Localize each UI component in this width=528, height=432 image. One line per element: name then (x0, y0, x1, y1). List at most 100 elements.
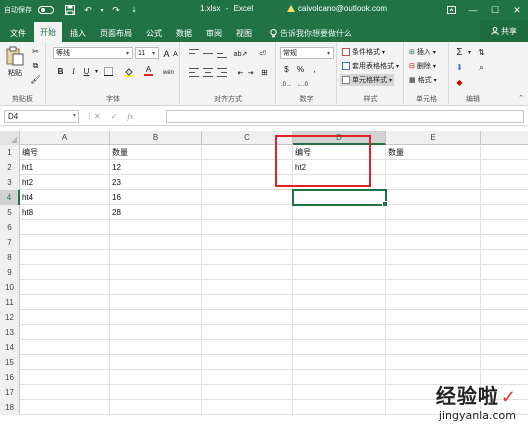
row-header[interactable]: 2 (0, 160, 20, 175)
cell-e11[interactable] (386, 295, 481, 310)
tab-page-layout[interactable]: 页面布局 (94, 24, 138, 42)
cell-d8[interactable] (293, 250, 386, 265)
minimize-icon[interactable]: — (462, 0, 484, 20)
cell-c13[interactable] (202, 325, 293, 340)
undo-dropdown-icon[interactable]: ▾ (98, 2, 106, 18)
cell-e12[interactable] (386, 310, 481, 325)
active-cell-selection[interactable] (292, 189, 388, 207)
tab-data[interactable]: 数据 (170, 24, 198, 42)
cell-b9[interactable] (110, 265, 202, 280)
copy-icon[interactable]: ⧉ (30, 60, 41, 71)
cell-a5[interactable]: ht8 (20, 205, 110, 220)
formula-bar-grip-icon[interactable]: ⋮ (86, 112, 93, 120)
cell-b15[interactable] (110, 355, 202, 370)
cell-c11[interactable] (202, 295, 293, 310)
share-button[interactable]: 共享 (480, 20, 528, 42)
cell-b10[interactable] (110, 280, 202, 295)
cell-b11[interactable] (110, 295, 202, 310)
cell-a17[interactable] (20, 385, 110, 400)
row-header[interactable]: 9 (0, 265, 20, 280)
cell-c15[interactable] (202, 355, 293, 370)
tab-formulas[interactable]: 公式 (140, 24, 168, 42)
cell-e7[interactable] (386, 235, 481, 250)
cell-a15[interactable] (20, 355, 110, 370)
cell-d16[interactable] (293, 370, 386, 385)
row-header[interactable]: 16 (0, 370, 20, 385)
redo-icon[interactable]: ↷ (108, 2, 124, 18)
find-select-icon[interactable]: ⌕ (476, 62, 487, 73)
column-header-a[interactable]: A (20, 131, 110, 145)
conditional-formatting-button[interactable]: 条件格式 ▾ (342, 47, 385, 57)
row-header[interactable]: 13 (0, 325, 20, 340)
cell-c5[interactable] (202, 205, 293, 220)
cell-c14[interactable] (202, 340, 293, 355)
cell-c7[interactable] (202, 235, 293, 250)
cell-b2[interactable]: 12 (110, 160, 202, 175)
row-header[interactable]: 18 (0, 400, 20, 415)
cell-c18[interactable] (202, 400, 293, 415)
insert-cells-button[interactable]: ⊞ 插入 ▾ (409, 47, 436, 57)
phonetic-icon[interactable]: wén (163, 67, 174, 78)
cell-e2[interactable] (386, 160, 481, 175)
row-header[interactable]: 7 (0, 235, 20, 250)
tell-me-search[interactable]: 告诉我你想要做什么 (270, 24, 352, 42)
cell-b12[interactable] (110, 310, 202, 325)
cell-e15[interactable] (386, 355, 481, 370)
delete-cells-button[interactable]: ⊟ 删除 ▾ (409, 61, 436, 71)
underline-dropdown-icon[interactable]: ▾ (91, 66, 102, 77)
cell-styles-button[interactable]: 单元格样式 ▾ (340, 74, 395, 86)
cell-c4[interactable] (202, 190, 293, 205)
cell-a11[interactable] (20, 295, 110, 310)
row-header[interactable]: 17 (0, 385, 20, 400)
font-color-icon[interactable]: A (143, 65, 154, 76)
row-header[interactable]: 8 (0, 250, 20, 265)
borders-icon[interactable] (103, 66, 114, 77)
cell-b17[interactable] (110, 385, 202, 400)
cell-d7[interactable] (293, 235, 386, 250)
cell-c12[interactable] (202, 310, 293, 325)
cell-e10[interactable] (386, 280, 481, 295)
font-name-select[interactable]: 等线 ▾ (53, 47, 133, 59)
cut-icon[interactable]: ✂ (30, 46, 41, 57)
cell-a13[interactable] (20, 325, 110, 340)
cell-a14[interactable] (20, 340, 110, 355)
italic-button[interactable]: I (68, 66, 79, 77)
cell-c6[interactable] (202, 220, 293, 235)
format-as-table-button[interactable]: 套用表格格式 ▾ (342, 61, 399, 71)
formula-input[interactable] (166, 110, 524, 123)
fill-icon[interactable]: ⬇ (454, 62, 465, 73)
tab-home[interactable]: 开始 (34, 22, 62, 42)
cell-a18[interactable] (20, 400, 110, 415)
comma-style-button[interactable]: , (309, 64, 320, 75)
cell-b18[interactable] (110, 400, 202, 415)
orientation-icon[interactable]: ab↗ (234, 48, 248, 59)
row-header[interactable]: 11 (0, 295, 20, 310)
format-cells-button[interactable]: ▦ 格式 ▾ (409, 75, 437, 85)
shrink-font-icon[interactable]: A (170, 49, 181, 60)
format-painter-icon[interactable]: 🖌 (30, 74, 41, 85)
cell-d10[interactable] (293, 280, 386, 295)
font-size-select[interactable]: 11 ▾ (135, 47, 159, 59)
cell-e14[interactable] (386, 340, 481, 355)
cell-e9[interactable] (386, 265, 481, 280)
select-all-button[interactable] (0, 131, 20, 145)
cell-c17[interactable] (202, 385, 293, 400)
row-header[interactable]: 3 (0, 175, 20, 190)
row-header[interactable]: 10 (0, 280, 20, 295)
account-email[interactable]: caivolcano@outlook.com (298, 4, 387, 13)
cell-e3[interactable] (386, 175, 481, 190)
cell-b3[interactable]: 23 (110, 175, 202, 190)
insert-function-icon[interactable]: fx (127, 112, 133, 121)
cell-d11[interactable] (293, 295, 386, 310)
row-header[interactable]: 14 (0, 340, 20, 355)
cell-e13[interactable] (386, 325, 481, 340)
cell-e4[interactable] (386, 190, 481, 205)
row-header[interactable]: 15 (0, 355, 20, 370)
cell-a8[interactable] (20, 250, 110, 265)
cell-a1[interactable]: 编号 (20, 145, 110, 160)
cell-b6[interactable] (110, 220, 202, 235)
name-box[interactable]: D4 ▾ (4, 110, 79, 123)
align-top-icon[interactable] (189, 49, 199, 58)
fill-color-icon[interactable] (123, 66, 134, 77)
cell-d5[interactable] (293, 205, 386, 220)
